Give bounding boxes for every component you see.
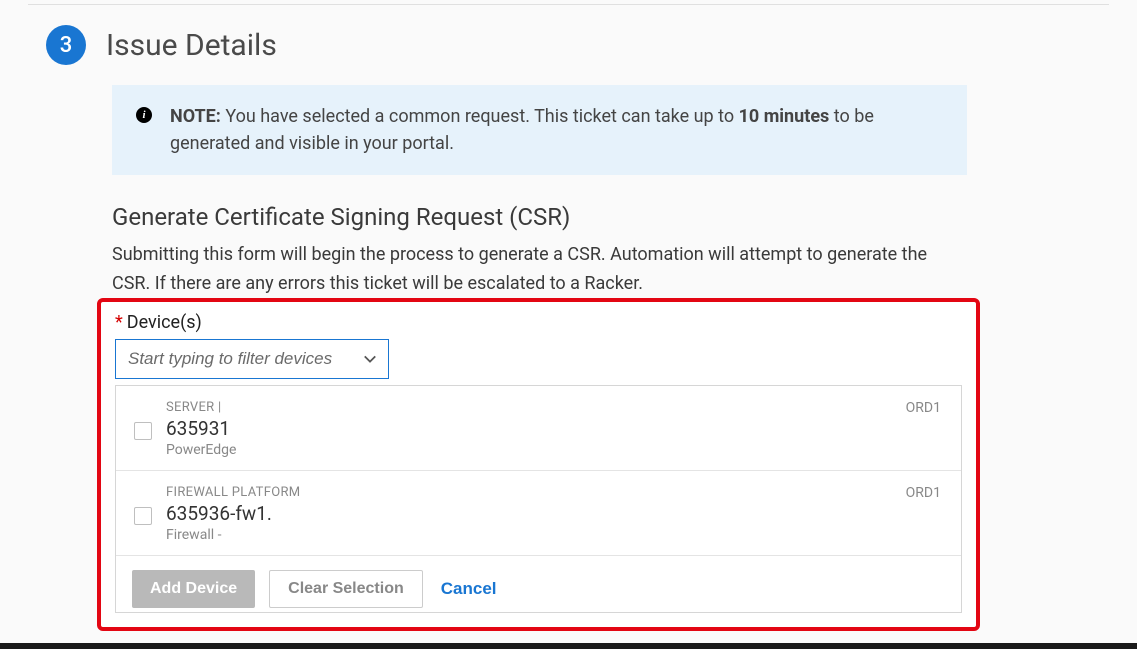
device-info: SERVER | 635931 PowerEdge	[166, 400, 943, 458]
device-filter-input[interactable]	[128, 349, 362, 369]
device-id: 635936-fw1.	[166, 502, 943, 525]
device-id: 635931	[166, 417, 943, 440]
cancel-button[interactable]: Cancel	[437, 579, 501, 599]
bottom-shadow	[0, 643, 1137, 649]
device-row[interactable]: FIREWALL PLATFORM 635936-fw1. Firewall -…	[116, 471, 961, 556]
section-header: 3 Issue Details	[0, 5, 1137, 65]
note-callout: i NOTE: You have selected a common reque…	[112, 85, 967, 175]
step-number-badge: 3	[46, 25, 86, 65]
clear-selection-button[interactable]: Clear Selection	[269, 570, 423, 608]
device-model: PowerEdge	[166, 442, 943, 458]
device-checkbox[interactable]	[134, 422, 152, 440]
device-checkbox[interactable]	[134, 507, 152, 525]
device-model: Firewall -	[166, 527, 943, 543]
device-list: SERVER | 635931 PowerEdge ORD1 FIREWALL …	[115, 385, 962, 613]
required-indicator: *	[115, 312, 123, 333]
device-location: ORD1	[906, 485, 941, 501]
devices-label-text: Device(s)	[127, 312, 202, 333]
note-label: NOTE:	[170, 106, 221, 127]
subsection-title: Generate Certificate Signing Request (CS…	[112, 203, 967, 231]
device-type: FIREWALL PLATFORM	[166, 485, 943, 500]
device-filter-combobox[interactable]	[115, 339, 389, 379]
info-icon: i	[136, 107, 152, 123]
devices-label: *Device(s)	[115, 312, 962, 333]
note-text: NOTE: You have selected a common request…	[170, 103, 943, 157]
chevron-down-icon[interactable]	[362, 351, 378, 367]
device-actions: Add Device Clear Selection Cancel	[116, 556, 961, 612]
device-location: ORD1	[906, 400, 941, 416]
device-type: SERVER |	[166, 400, 943, 415]
device-row[interactable]: SERVER | 635931 PowerEdge ORD1	[116, 386, 961, 471]
note-pre: You have selected a common request. This…	[221, 106, 739, 127]
content-area: i NOTE: You have selected a common reque…	[112, 85, 967, 299]
section-title: Issue Details	[106, 28, 277, 63]
devices-panel: *Device(s) SERVER | 635931 PowerEdge ORD…	[97, 298, 980, 631]
subsection-description: Submitting this form will begin the proc…	[112, 241, 967, 299]
device-info: FIREWALL PLATFORM 635936-fw1. Firewall -	[166, 485, 943, 543]
note-bold: 10 minutes	[739, 106, 830, 127]
add-device-button[interactable]: Add Device	[132, 570, 255, 608]
